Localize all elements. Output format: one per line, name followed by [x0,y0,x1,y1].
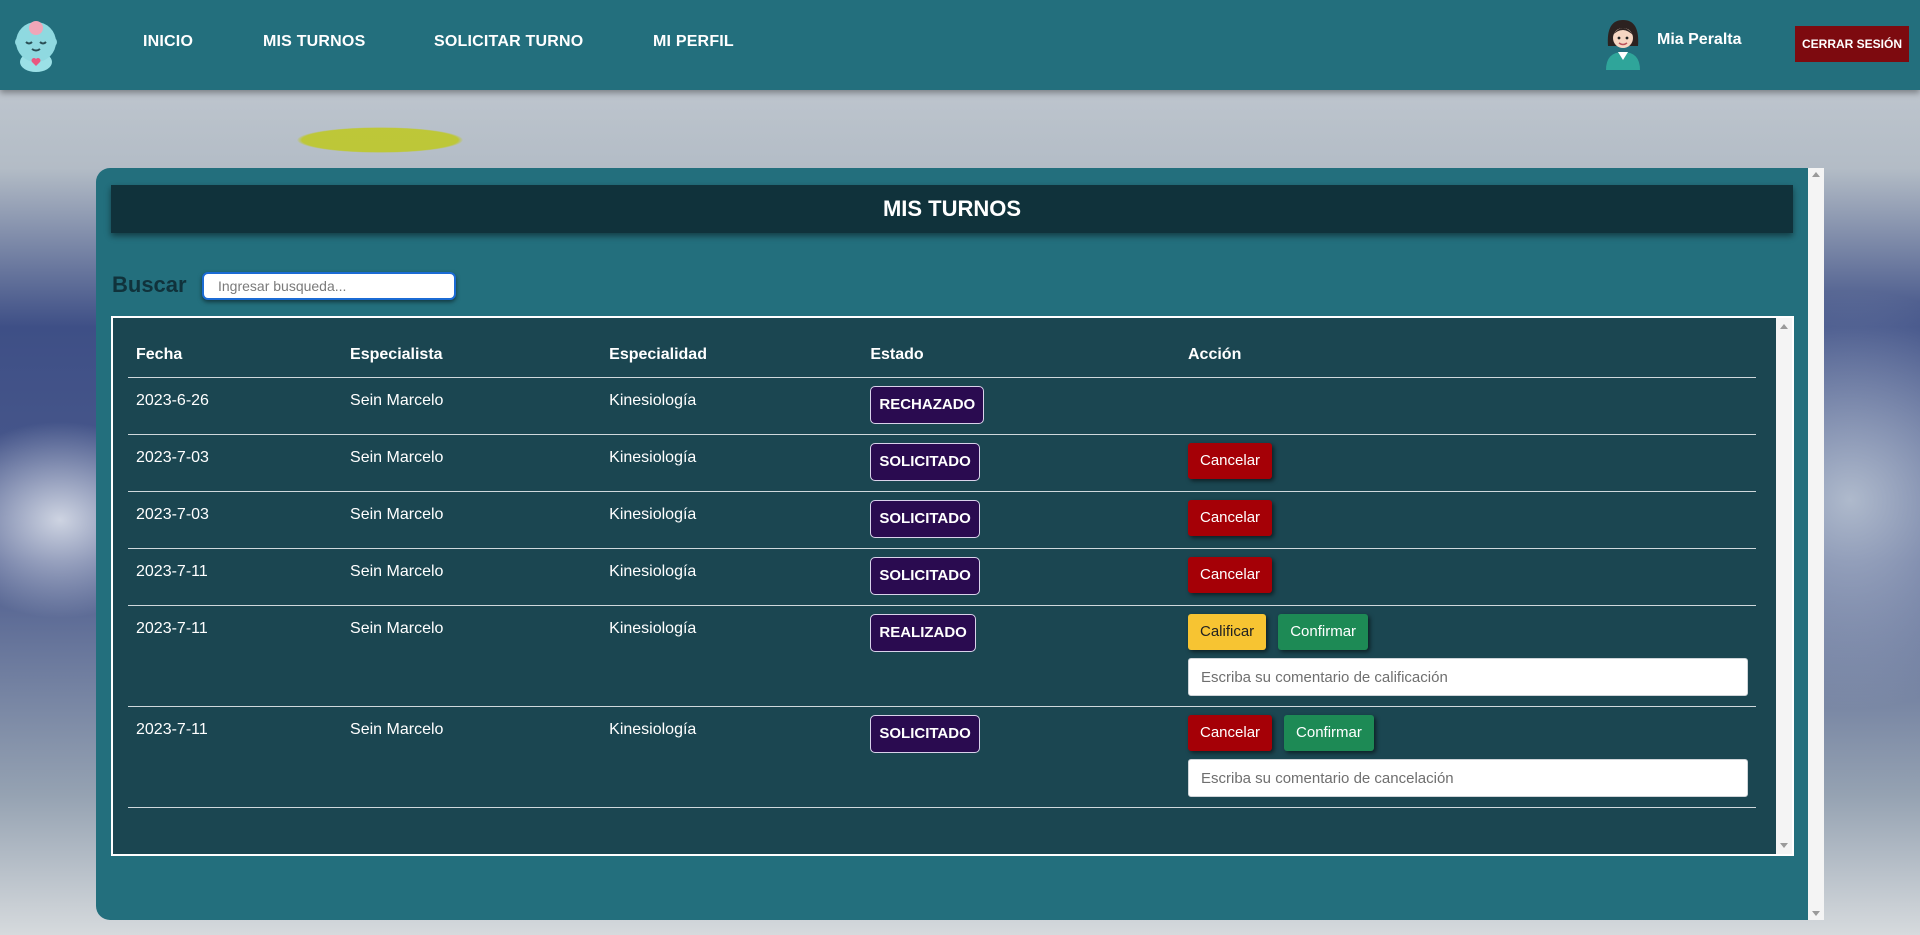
search-label: Buscar [112,272,187,297]
cell-especialidad: Kinesiología [601,491,863,549]
cancel-comment-input[interactable] [1188,759,1748,797]
scroll-down-icon[interactable] [1780,843,1788,848]
table-row: 2023-7-11 Sein Marcelo Kinesiología SOLI… [128,548,1756,606]
baby-face-logo-icon[interactable] [10,18,62,72]
cell-especialidad: Kinesiología [601,377,863,435]
table-scrollbar[interactable] [1776,318,1792,854]
confirm-button[interactable]: Confirmar [1284,715,1374,751]
nav-link-inicio[interactable]: INICIO [143,33,193,51]
cell-fecha: 2023-7-11 [128,706,343,808]
cancel-button[interactable]: Cancelar [1188,443,1273,479]
cell-especialista: Sein Marcelo [342,434,602,492]
nav-link-mi-perfil[interactable]: MI PERFIL [653,33,734,51]
column-header-accion: Acción [1180,332,1756,378]
rating-comment-input[interactable] [1188,658,1748,696]
column-header-especialista: Especialista [342,332,602,378]
page-title: MIS TURNOS [882,196,1022,221]
scroll-up-icon[interactable] [1812,172,1820,177]
cell-fecha: 2023-6-26 [128,377,343,435]
page-title-bar: MIS TURNOS [111,185,1793,233]
user-avatar-icon [1606,20,1640,70]
status-badge: SOLICITADO [870,557,980,595]
status-badge: SOLICITADO [870,500,980,538]
action-cell [1180,377,1756,435]
cancel-button[interactable]: Cancelar [1188,557,1273,593]
confirm-button[interactable]: Confirmar [1278,614,1369,650]
column-header-fecha: Fecha [128,332,343,378]
status-badge: SOLICITADO [870,715,980,753]
cell-especialidad: Kinesiología [601,434,863,492]
nav-link-solicitar-turno[interactable]: SOLICITAR TURNO [434,33,583,51]
status-badge: SOLICITADO [870,443,980,481]
top-navbar: INICIO MIS TURNOS SOLICITAR TURNO MI PER… [0,0,1920,90]
cell-especialidad: Kinesiología [601,706,863,808]
cell-especialista: Sein Marcelo [342,377,602,435]
cancel-button[interactable]: Cancelar [1188,500,1273,536]
table-row: 2023-7-03 Sein Marcelo Kinesiología SOLI… [128,434,1756,492]
cancel-button[interactable]: Cancelar [1188,715,1273,751]
cell-especialidad: Kinesiología [601,548,863,606]
table-header-row: Fecha Especialista Especialidad Estado A… [128,332,1756,378]
search-input[interactable] [202,272,456,300]
panel-scrollbar[interactable] [1808,168,1824,920]
cell-especialista: Sein Marcelo [342,706,602,808]
rate-button[interactable]: Calificar [1188,614,1267,650]
cell-fecha: 2023-7-03 [128,434,343,492]
cell-especialidad: Kinesiología [601,605,863,707]
cell-especialista: Sein Marcelo [342,491,602,549]
main-panel: MIS TURNOS Buscar Fecha Especialista Esp… [96,168,1808,920]
appointments-table-container: Fecha Especialista Especialidad Estado A… [111,316,1794,856]
user-name: Mia Peralta [1657,31,1742,48]
cell-fecha: 2023-7-11 [128,548,343,606]
column-header-estado: Estado [862,332,1180,378]
table-row: 2023-7-03 Sein Marcelo Kinesiología SOLI… [128,491,1756,549]
cell-especialista: Sein Marcelo [342,548,602,606]
cell-fecha: 2023-7-11 [128,605,343,707]
status-badge: REALIZADO [870,614,976,652]
nav-link-mis-turnos[interactable]: MIS TURNOS [263,33,365,51]
table-row: 2023-7-11 Sein Marcelo Kinesiología REAL… [128,605,1756,707]
table-row: 2023-6-26 Sein Marcelo Kinesiología RECH… [128,377,1756,435]
column-header-especialidad: Especialidad [601,332,863,378]
logout-button[interactable]: CERRAR SESIÓN [1795,26,1909,62]
scroll-up-icon[interactable] [1780,324,1788,329]
appointments-table: Fecha Especialista Especialidad Estado A… [128,332,1756,808]
cell-especialista: Sein Marcelo [342,605,602,707]
cell-fecha: 2023-7-03 [128,491,343,549]
status-badge: RECHAZADO [870,386,985,424]
table-row: 2023-7-11 Sein Marcelo Kinesiología SOLI… [128,706,1756,808]
scroll-down-icon[interactable] [1812,911,1820,916]
